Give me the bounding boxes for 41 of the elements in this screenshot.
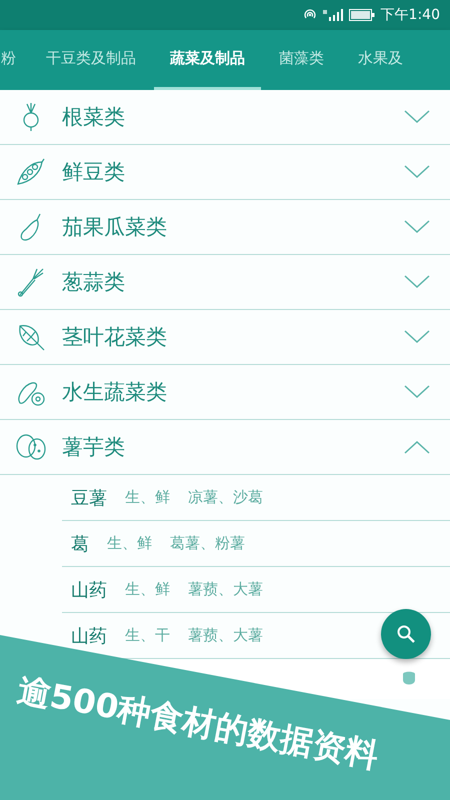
category-name: 鲜豆类 (62, 159, 126, 186)
food-state: 生、干 (125, 626, 170, 645)
category-row[interactable]: 茎叶花菜类 (0, 310, 450, 365)
food-alias: 薯蓣、大薯 (188, 626, 263, 645)
battery-icon (348, 9, 375, 21)
category-name: 葱蒜类 (62, 269, 126, 296)
category-row[interactable]: 根菜类 (0, 90, 450, 145)
category-name: 茎叶花菜类 (62, 324, 168, 351)
scallion-icon (17, 267, 45, 297)
category-tab[interactable]: 粉 (1, 30, 16, 90)
category-row[interactable]: 鲜豆类 (0, 145, 450, 200)
category-tab[interactable]: 干豆类及制品 (46, 30, 136, 90)
clock-time: 下午1:40 (380, 6, 440, 24)
pea-pod-icon (16, 158, 46, 186)
category-row[interactable]: 薯芋类 (0, 420, 450, 475)
food-state: 生、鲜 (125, 488, 170, 507)
category-row[interactable]: 茄果瓜菜类 (0, 200, 450, 255)
hotspot-icon (302, 9, 317, 21)
banner-headline: 逾500种食材的数据资料 (14, 668, 382, 777)
potato-icon (15, 433, 47, 461)
food-name: 葛 (71, 532, 89, 556)
category-name: 薯芋类 (62, 434, 126, 461)
search-icon (396, 624, 416, 644)
food-name: 山药 (71, 578, 107, 602)
category-tab[interactable]: 菌藻类 (279, 30, 324, 90)
category-row[interactable]: 水生蔬菜类 (0, 365, 450, 420)
category-name: 水生蔬菜类 (62, 379, 168, 406)
food-state: 生、鲜 (125, 580, 170, 599)
food-name: 山药 (71, 624, 107, 648)
food-alias: 薯蓣、大薯 (188, 580, 263, 599)
category-name: 茄果瓜菜类 (62, 214, 168, 241)
eggplant-icon (19, 212, 43, 242)
food-alias: 葛薯、粉薯 (170, 534, 245, 553)
food-alias: 凉薯、沙葛 (188, 488, 263, 507)
category-tab[interactable]: 水果及 (358, 30, 403, 90)
category-row[interactable]: 葱蒜类 (0, 255, 450, 310)
category-name: 根菜类 (62, 104, 126, 131)
signal-icon (322, 9, 343, 21)
leaf-icon (16, 322, 46, 352)
food-state: 生、鲜 (107, 534, 152, 553)
food-name: 豆薯 (71, 486, 107, 510)
